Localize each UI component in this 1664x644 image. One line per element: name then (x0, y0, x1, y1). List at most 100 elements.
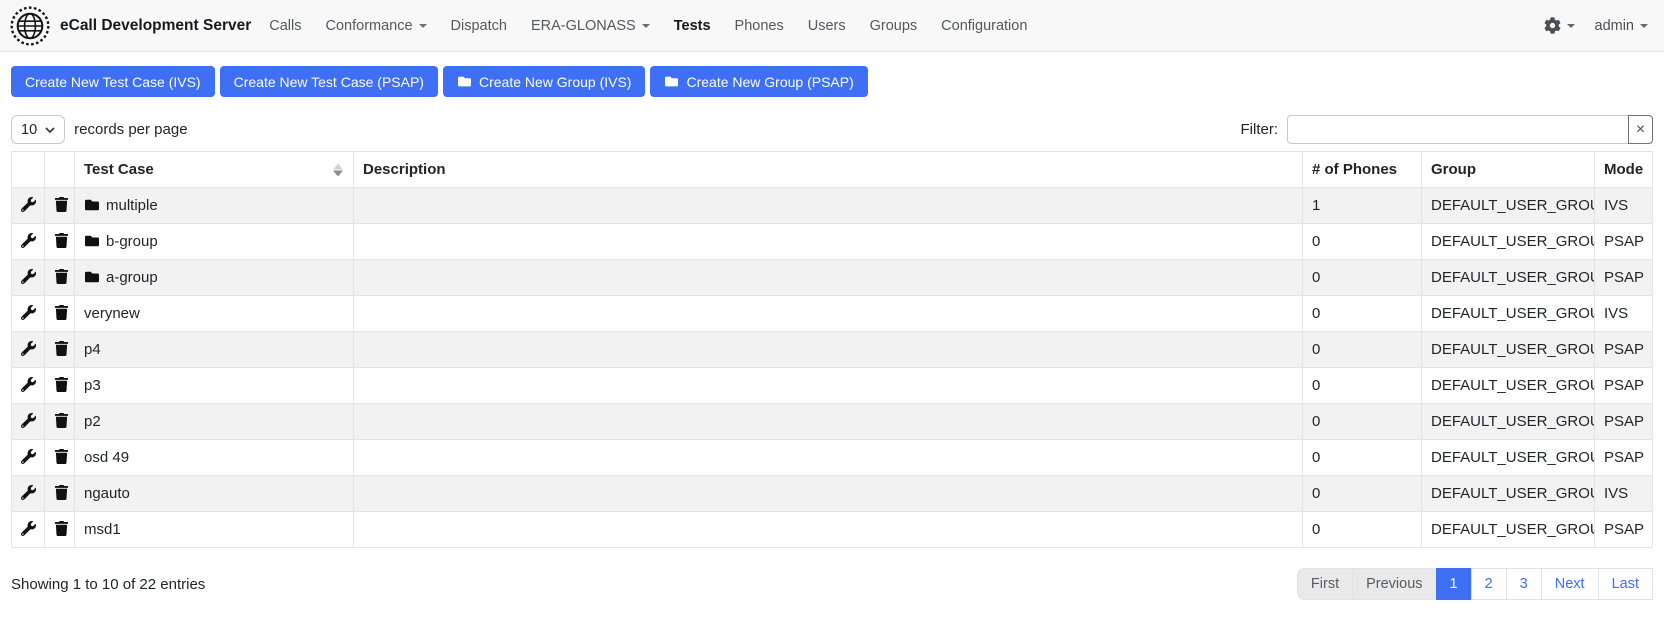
mode-column-header: Mode (1595, 152, 1653, 188)
settings-menu-button[interactable] (1544, 17, 1575, 34)
edit-test-case-button[interactable] (12, 296, 45, 332)
phones-count-cell: 0 (1303, 368, 1422, 404)
group-column-header: Group (1422, 152, 1595, 188)
edit-test-case-button[interactable] (12, 224, 45, 260)
nav-item-label: ERA-GLONASS (531, 18, 636, 34)
description-cell (354, 512, 1303, 548)
table-header-row: Test Case Description # of Phones Group … (12, 152, 1653, 188)
filter-controls: Filter: × (1241, 115, 1654, 144)
folder-icon (84, 233, 106, 250)
navbar: eCall Development Server Calls Conforman… (0, 0, 1664, 52)
mode-cell: PSAP (1595, 512, 1653, 548)
user-menu-button[interactable]: admin (1595, 18, 1649, 34)
trash-icon (54, 341, 69, 356)
nav-item[interactable]: ERA-GLONASS (519, 12, 662, 40)
edit-test-case-button[interactable] (12, 404, 45, 440)
edit-column-header (12, 152, 45, 188)
wrench-icon (21, 521, 36, 536)
description-cell (354, 260, 1303, 296)
delete-test-case-button[interactable] (45, 224, 75, 260)
trash-icon (54, 305, 69, 320)
test-case-name-cell[interactable]: p2 (75, 404, 354, 440)
pagination-link[interactable]: Last (1598, 568, 1653, 600)
description-cell (354, 188, 1303, 224)
test-case-name-cell[interactable]: msd1 (75, 512, 354, 548)
test-case-name-cell[interactable]: ngauto (75, 476, 354, 512)
folder-icon (457, 75, 472, 88)
trash-icon (54, 413, 69, 428)
group-cell: DEFAULT_USER_GROUP (1422, 224, 1595, 260)
description-cell (354, 368, 1303, 404)
trash-icon (54, 233, 69, 248)
edit-test-case-button[interactable] (12, 188, 45, 224)
edit-test-case-button[interactable] (12, 260, 45, 296)
test-case-name-cell[interactable]: multiple (75, 188, 354, 224)
nav-item[interactable]: Groups (858, 12, 930, 40)
mode-cell: IVS (1595, 476, 1653, 512)
test-case-name: p4 (84, 341, 101, 358)
delete-test-case-button[interactable] (45, 332, 75, 368)
edit-test-case-button[interactable] (12, 368, 45, 404)
test-case-name-cell[interactable]: verynew (75, 296, 354, 332)
phones-count-cell: 0 (1303, 476, 1422, 512)
edit-test-case-button[interactable] (12, 440, 45, 476)
filter-clear-button[interactable]: × (1628, 115, 1653, 144)
nav-item[interactable]: Configuration (929, 12, 1039, 40)
test-case-name: verynew (84, 305, 140, 322)
test-case-column-header[interactable]: Test Case (75, 152, 354, 188)
test-case-name-cell[interactable]: osd 49 (75, 440, 354, 476)
mode-cell: IVS (1595, 296, 1653, 332)
navbar-right: admin (1544, 17, 1649, 34)
trash-icon (54, 449, 69, 464)
table-row: osd 49 0 DEFAULT_USER_GROUP PSAP (12, 440, 1653, 476)
nav-item[interactable]: Users (796, 12, 858, 40)
nav-item[interactable]: Calls (257, 12, 313, 40)
edit-test-case-button[interactable] (12, 476, 45, 512)
trash-icon (54, 269, 69, 284)
filter-input[interactable] (1287, 115, 1629, 144)
test-case-name-cell[interactable]: b-group (75, 224, 354, 260)
pagination-link[interactable]: First (1297, 568, 1353, 600)
table-row: ngauto 0 DEFAULT_USER_GROUP IVS (12, 476, 1653, 512)
description-cell (354, 476, 1303, 512)
test-case-name-cell[interactable]: p4 (75, 332, 354, 368)
mode-cell: PSAP (1595, 404, 1653, 440)
create-button[interactable]: Create New Group (IVS) (443, 66, 646, 97)
pagination-link[interactable]: 2 (1471, 568, 1507, 600)
test-case-name: osd 49 (84, 449, 129, 466)
create-button[interactable]: Create New Test Case (PSAP) (220, 66, 438, 97)
pagination-link[interactable]: 1 (1436, 568, 1472, 600)
delete-test-case-button[interactable] (45, 476, 75, 512)
create-button[interactable]: Create New Test Case (IVS) (11, 66, 215, 97)
wrench-icon (21, 449, 36, 464)
trash-icon (54, 485, 69, 500)
test-case-name-cell[interactable]: a-group (75, 260, 354, 296)
edit-test-case-button[interactable] (12, 512, 45, 548)
delete-test-case-button[interactable] (45, 440, 75, 476)
phones-count-cell: 0 (1303, 224, 1422, 260)
delete-test-case-button[interactable] (45, 296, 75, 332)
pagination-link[interactable]: 3 (1506, 568, 1542, 600)
table-row: p2 0 DEFAULT_USER_GROUP PSAP (12, 404, 1653, 440)
wrench-icon (21, 305, 36, 320)
pagination-link[interactable]: Next (1541, 568, 1599, 600)
delete-test-case-button[interactable] (45, 260, 75, 296)
group-cell: DEFAULT_USER_GROUP (1422, 404, 1595, 440)
delete-test-case-button[interactable] (45, 404, 75, 440)
delete-test-case-button[interactable] (45, 512, 75, 548)
nav-item[interactable]: Conformance (314, 12, 439, 40)
wrench-icon (21, 197, 36, 212)
delete-test-case-button[interactable] (45, 368, 75, 404)
edit-test-case-button[interactable] (12, 332, 45, 368)
folder-icon (84, 269, 106, 286)
nav-item[interactable]: Tests (662, 12, 723, 40)
pagination-item: Previous (1353, 568, 1436, 600)
nav-item[interactable]: Phones (723, 12, 796, 40)
create-button[interactable]: Create New Group (PSAP) (650, 66, 867, 97)
pagination-link[interactable]: Previous (1352, 568, 1436, 600)
page-size-select[interactable]: 10 (11, 115, 65, 144)
nav-item-label: Users (808, 18, 846, 34)
nav-item[interactable]: Dispatch (439, 12, 519, 40)
test-case-name-cell[interactable]: p3 (75, 368, 354, 404)
delete-test-case-button[interactable] (45, 188, 75, 224)
